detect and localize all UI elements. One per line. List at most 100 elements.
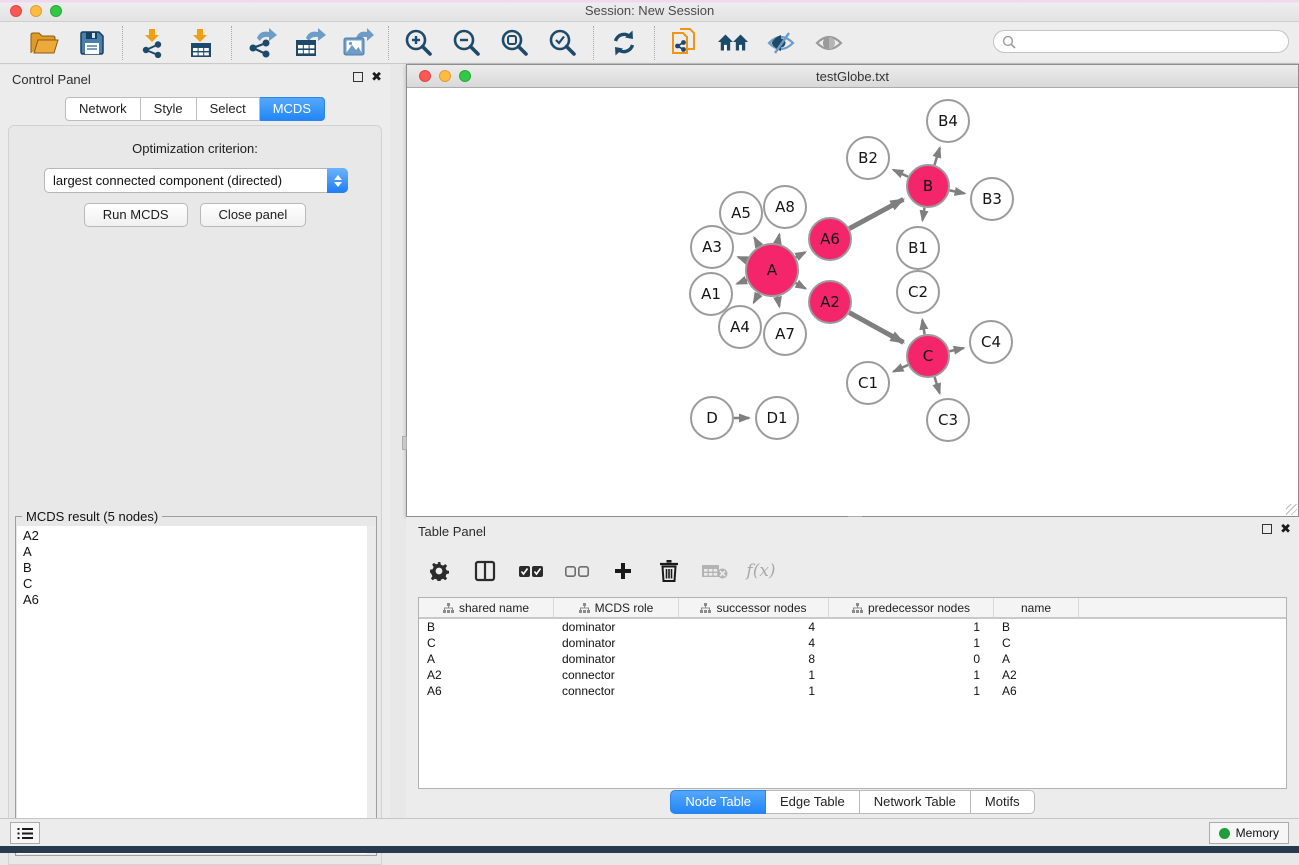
table-cell[interactable]: dominator [554,635,679,651]
import-table-icon[interactable] [185,27,217,59]
result-scrollbar[interactable] [367,526,375,854]
tab-edge-table[interactable]: Edge Table [766,790,860,814]
table-cell[interactable]: A6 [419,683,554,699]
table-cell[interactable]: C [419,635,554,651]
network-graph[interactable]: AA6A2BCA1A3A4A5A7A8B1B2B3B4C1C2C3C4DD1 [407,88,1298,516]
table-cell[interactable]: A [994,651,1079,667]
table-cell[interactable]: 1 [679,667,829,683]
edge-A-A4[interactable] [754,294,759,303]
show-overview-icon[interactable] [717,27,749,59]
show-graphics-details-icon[interactable] [813,27,845,59]
edge-C-C1[interactable] [894,365,908,371]
export-image-icon[interactable] [342,27,374,59]
table-row[interactable]: Cdominator41C [419,635,1286,651]
tab-motifs[interactable]: Motifs [971,790,1035,814]
tab-network[interactable]: Network [65,97,141,121]
tab-node-table[interactable]: Node Table [670,790,766,814]
search-input[interactable] [1016,33,1288,51]
network-vscroll-thumb[interactable] [402,436,407,450]
network-window-titlebar[interactable]: testGlobe.txt [407,65,1298,88]
close-panel-button[interactable]: Close panel [200,203,307,227]
table-cell[interactable]: A2 [994,667,1079,683]
tab-network-table[interactable]: Network Table [860,790,971,814]
search-field[interactable] [993,30,1289,53]
hide-graphics-details-icon[interactable] [765,27,797,59]
edge-A6-B[interactable] [849,199,903,228]
tab-select[interactable]: Select [197,97,260,121]
table-cell[interactable]: 4 [679,619,829,635]
edge-A-A8[interactable] [777,234,779,243]
table-cell[interactable]: 4 [679,635,829,651]
zoom-selected-icon[interactable] [547,27,579,59]
edge-A-A3[interactable] [738,257,747,260]
export-table-icon[interactable] [294,27,326,59]
edge-B-B1[interactable] [922,208,924,221]
network-canvas[interactable]: AA6A2BCA1A3A4A5A7A8B1B2B3B4C1C2C3C4DD1 [407,88,1298,516]
table-cell[interactable]: 1 [829,667,994,683]
run-mcds-button[interactable]: Run MCDS [84,203,188,227]
table-cell[interactable]: 1 [829,635,994,651]
tab-mcds[interactable]: MCDS [260,97,325,121]
table-cell[interactable]: 0 [829,651,994,667]
edge-A-A7[interactable] [777,296,779,306]
import-network-icon[interactable] [137,27,169,59]
mcds-result-item[interactable]: A6 [23,592,375,608]
table-cell[interactable]: 1 [679,683,829,699]
float-table-panel-icon[interactable] [1262,524,1272,534]
zoom-fit-icon[interactable] [499,27,531,59]
column-header-successor-nodes[interactable]: successor nodes [679,598,829,617]
table-cell[interactable]: dominator [554,651,679,667]
edge-A-A6[interactable] [796,252,805,257]
edge-B-B2[interactable] [893,170,908,177]
edge-A2-C[interactable] [849,313,903,343]
column-header-name[interactable]: name [994,598,1079,617]
edge-A-A1[interactable] [737,280,747,284]
show-column-icon[interactable] [472,558,498,584]
edge-C-C3[interactable] [935,377,940,393]
table-row[interactable]: A2connector11A2 [419,667,1286,683]
deselect-all-icon[interactable] [564,558,590,584]
edge-C-C2[interactable] [922,320,924,335]
float-panel-icon[interactable] [353,72,363,82]
close-table-panel-icon[interactable]: ✖ [1280,524,1291,534]
table-cell[interactable]: B [994,619,1079,635]
table-cell[interactable]: 1 [829,683,994,699]
edge-B-B4[interactable] [934,148,939,165]
zoom-in-icon[interactable] [403,27,435,59]
table-cell[interactable]: B [419,619,554,635]
mcds-result-item[interactable]: A2 [23,528,375,544]
column-header-predecessor-nodes[interactable]: predecessor nodes [829,598,994,617]
open-file-icon[interactable] [28,27,60,59]
table-cell[interactable]: connector [554,667,679,683]
mcds-result-item[interactable]: A [23,544,375,560]
edge-A-A2[interactable] [796,283,806,288]
table-cell[interactable]: 8 [679,651,829,667]
table-cell[interactable]: A2 [419,667,554,683]
add-column-icon[interactable] [610,558,636,584]
table-row[interactable]: A6connector11A6 [419,683,1286,699]
table-cell[interactable]: 1 [829,619,994,635]
table-row[interactable]: Bdominator41B [419,619,1286,635]
task-history-button[interactable] [10,822,40,844]
criterion-dropdown[interactable]: largest connected component (directed) [44,168,348,193]
tab-style[interactable]: Style [141,97,197,121]
close-panel-icon[interactable]: ✖ [371,72,382,82]
clone-network-icon[interactable] [669,27,701,59]
table-options-icon[interactable] [426,558,452,584]
edge-A-A5[interactable] [754,238,759,247]
memory-button[interactable]: Memory [1209,822,1289,844]
table-cell[interactable]: dominator [554,619,679,635]
save-session-icon[interactable] [76,27,108,59]
mcds-result-item[interactable]: B [23,560,375,576]
zoom-out-icon[interactable] [451,27,483,59]
table-cell[interactable]: C [994,635,1079,651]
refresh-icon[interactable] [608,27,640,59]
export-network-icon[interactable] [246,27,278,59]
column-header-MCDS-role[interactable]: MCDS role [554,598,679,617]
table-row[interactable]: Adominator80A [419,651,1286,667]
edge-B-B3[interactable] [950,190,965,193]
mcds-result-list[interactable]: A2ABCA6 [17,526,375,854]
column-header-shared-name[interactable]: shared name [419,598,554,617]
table-cell[interactable]: connector [554,683,679,699]
mcds-result-item[interactable]: C [23,576,375,592]
